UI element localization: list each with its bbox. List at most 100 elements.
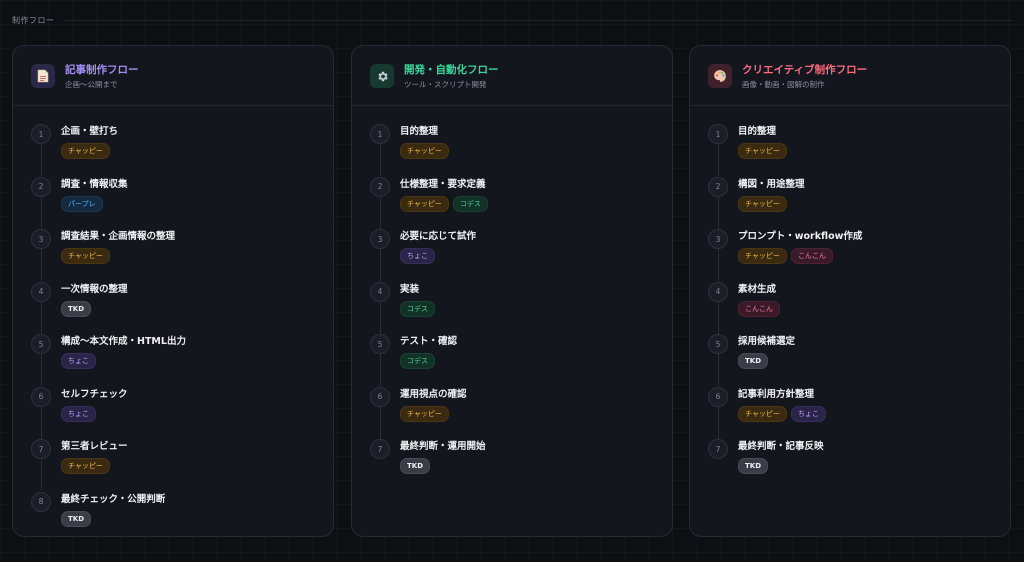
card-subtitle: 画像・動画・図解の制作: [742, 80, 825, 89]
card-article-flow: 記事制作フロー 企画〜公開まで 1 企画・壁打ち チャッピー 2 調査・情報収集…: [12, 45, 334, 537]
step-label: 採用候補選定: [738, 336, 796, 347]
card-subtitle: 企画〜公開まで: [65, 80, 118, 89]
step-label: テスト・確認: [400, 336, 458, 347]
tag-badge: TKD: [400, 458, 431, 474]
list-item: 6 記事利用方針整理 チャッピー ちょこ: [708, 386, 1010, 439]
step-number: 3: [31, 229, 51, 249]
step-number: 1: [708, 124, 728, 144]
step-label: 調査・情報収集: [61, 178, 128, 190]
tag-badge: TKD: [61, 300, 92, 317]
list-item: 8 最終チェック・公開判断 TKD: [31, 491, 333, 544]
list-item: 3 調査結果・企画情報の整理 チャッピー: [31, 228, 333, 281]
section-title: 制作フロー: [12, 16, 55, 25]
step-number: 8: [31, 491, 51, 512]
step-label: 最終判断・運用開始: [400, 441, 486, 452]
list-item: 6 セルフチェック ちょこ: [31, 386, 333, 439]
step-number: 1: [370, 124, 390, 144]
step-label: 一次情報の整理: [61, 283, 128, 295]
tag-badge: コデス: [452, 195, 488, 212]
step-label: セルフチェック: [61, 388, 128, 400]
list-item: 5 採用候補選定 TKD: [708, 333, 1010, 386]
step-label: 目的整理: [400, 126, 439, 137]
step-number: 2: [370, 176, 390, 197]
tag-badge: ちょこ: [790, 405, 826, 422]
document-icon: [31, 64, 55, 88]
step-number: 5: [370, 334, 390, 354]
card-header: クリエイティブ制作フロー 画像・動画・図解の制作: [690, 46, 1010, 106]
tag-badge: チャッピー: [738, 195, 787, 212]
list-item: 1 目的整理 チャッピー: [370, 123, 672, 176]
tag-badge: こんこん: [790, 248, 833, 264]
card-header: 記事制作フロー 企画〜公開まで: [13, 46, 333, 106]
tag-badge: チャッピー: [400, 405, 449, 422]
list-item: 1 目的整理 チャッピー: [708, 123, 1010, 176]
step-number: 7: [370, 439, 390, 459]
list-item: 4 実装 コデス: [370, 281, 672, 334]
step-list: 1 目的整理 チャッピー 2 仕様整理・要求定義 チャッピー コデス 3 必要に…: [352, 106, 672, 491]
gear-icon: [370, 64, 394, 88]
tag-badge: コデス: [400, 353, 435, 369]
step-number: 5: [31, 334, 51, 354]
tag-badge: TKD: [738, 458, 769, 474]
step-label: 運用視点の確認: [400, 388, 467, 400]
tag-badge: TKD: [61, 510, 92, 527]
step-label: 素材生成: [738, 283, 777, 295]
card-creative-flow: クリエイティブ制作フロー 画像・動画・図解の制作 1 目的整理 チャッピー 2 …: [689, 45, 1011, 537]
card-title: クリエイティブ制作フロー: [742, 64, 868, 76]
tag-badge: チャッピー: [738, 405, 787, 422]
tag-badge: パープレ: [61, 195, 103, 212]
card-header: 開発・自動化フロー ツール・スクリプト開発: [352, 46, 672, 106]
step-number: 7: [708, 439, 728, 459]
step-number: 3: [370, 229, 390, 249]
section-divider: [62, 20, 1012, 21]
tag-badge: こんこん: [738, 300, 780, 317]
tag-badge: チャッピー: [400, 143, 449, 159]
list-item: 3 必要に応じて試作 ちょこ: [370, 228, 672, 281]
step-label: 企画・壁打ち: [61, 126, 119, 137]
tag-badge: チャッピー: [61, 143, 110, 159]
step-label: 構成〜本文作成・HTML出力: [61, 336, 186, 347]
list-item: 1 企画・壁打ち チャッピー: [31, 123, 333, 176]
tag-badge: コデス: [400, 300, 435, 317]
step-label: 記事利用方針整理: [738, 388, 815, 400]
tag-badge: チャッピー: [400, 195, 449, 212]
step-number: 5: [708, 334, 728, 354]
tag-badge: ちょこ: [61, 405, 96, 422]
step-label: 第三者レビュー: [61, 441, 128, 452]
step-label: 構図・用途整理: [738, 178, 805, 190]
tag-badge: ちょこ: [61, 353, 96, 369]
list-item: 4 一次情報の整理 TKD: [31, 281, 333, 334]
step-number: 6: [370, 386, 390, 407]
step-number: 6: [708, 386, 728, 407]
list-item: 2 仕様整理・要求定義 チャッピー コデス: [370, 176, 672, 229]
section-header: 制作フロー: [12, 15, 1012, 26]
list-item: 3 プロンプト・workflow作成 チャッピー こんこん: [708, 228, 1010, 281]
step-label: 調査結果・企画情報の整理: [61, 231, 176, 242]
list-item: 5 テスト・確認 コデス: [370, 333, 672, 386]
step-number: 4: [31, 281, 51, 302]
list-item: 7 最終判断・運用開始 TKD: [370, 438, 672, 491]
tag-badge: チャッピー: [738, 248, 787, 264]
list-item: 7 最終判断・記事反映 TKD: [708, 438, 1010, 491]
tag-badge: ちょこ: [400, 248, 435, 264]
step-number: 4: [370, 281, 390, 302]
step-number: 2: [708, 176, 728, 197]
tag-badge: チャッピー: [61, 248, 110, 264]
list-item: 7 第三者レビュー チャッピー: [31, 438, 333, 491]
list-item: 2 構図・用途整理 チャッピー: [708, 176, 1010, 229]
tag-badge: チャッピー: [61, 458, 110, 474]
palette-icon: [708, 64, 732, 88]
card-title: 記事制作フロー: [65, 64, 139, 76]
step-label: 最終チェック・公開判断: [61, 493, 166, 505]
step-label: 仕様整理・要求定義: [400, 178, 486, 190]
step-number: 6: [31, 386, 51, 407]
step-number: 1: [31, 124, 51, 144]
list-item: 2 調査・情報収集 パープレ: [31, 176, 333, 229]
step-label: プロンプト・workflow作成: [738, 231, 863, 242]
step-label: 必要に応じて試作: [400, 231, 477, 242]
card-dev-flow: 開発・自動化フロー ツール・スクリプト開発 1 目的整理 チャッピー 2 仕様整…: [351, 45, 673, 537]
step-number: 4: [708, 281, 728, 302]
list-item: 6 運用視点の確認 チャッピー: [370, 386, 672, 439]
step-label: 最終判断・記事反映: [738, 441, 824, 452]
list-item: 5 構成〜本文作成・HTML出力 ちょこ: [31, 333, 333, 386]
